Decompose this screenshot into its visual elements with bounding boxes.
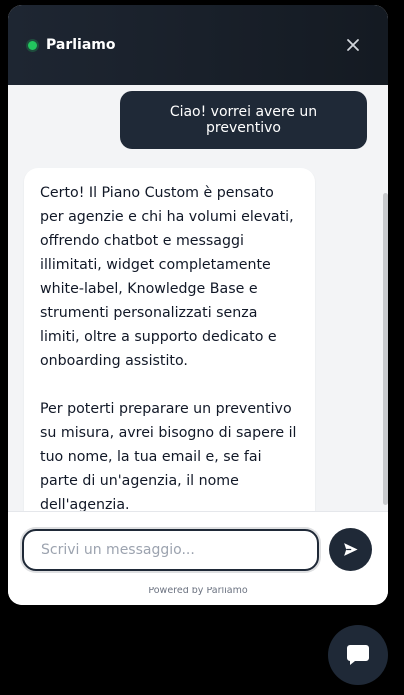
- send-icon: [344, 543, 358, 556]
- close-icon: [347, 39, 359, 51]
- online-status-dot: [28, 40, 37, 50]
- chat-header: Parliamo: [8, 5, 388, 85]
- chat-title: Parliamo: [46, 37, 116, 53]
- user-message: Ciao! vorrei avere un preventivo: [120, 91, 367, 149]
- message-input[interactable]: [22, 528, 319, 571]
- send-button[interactable]: [329, 528, 372, 571]
- chat-bubble-icon: [347, 645, 369, 665]
- assistant-message-paragraph: Per poterti preparare un preventivo su m…: [40, 401, 297, 511]
- chat-launcher-button[interactable]: [328, 625, 388, 685]
- close-button[interactable]: [340, 32, 366, 58]
- message-list[interactable]: Ciao! vorrei avere un preventivo Certo! …: [8, 85, 388, 511]
- assistant-message-paragraph: Certo! Il Piano Custom è pensato per age…: [40, 185, 294, 369]
- message-list-scrollbar[interactable]: [383, 193, 388, 505]
- chat-widget: Parliamo Ciao! vorrei avere un preventiv…: [8, 5, 388, 605]
- assistant-message: Certo! Il Piano Custom è pensato per age…: [24, 168, 315, 511]
- message-composer: [8, 511, 388, 587]
